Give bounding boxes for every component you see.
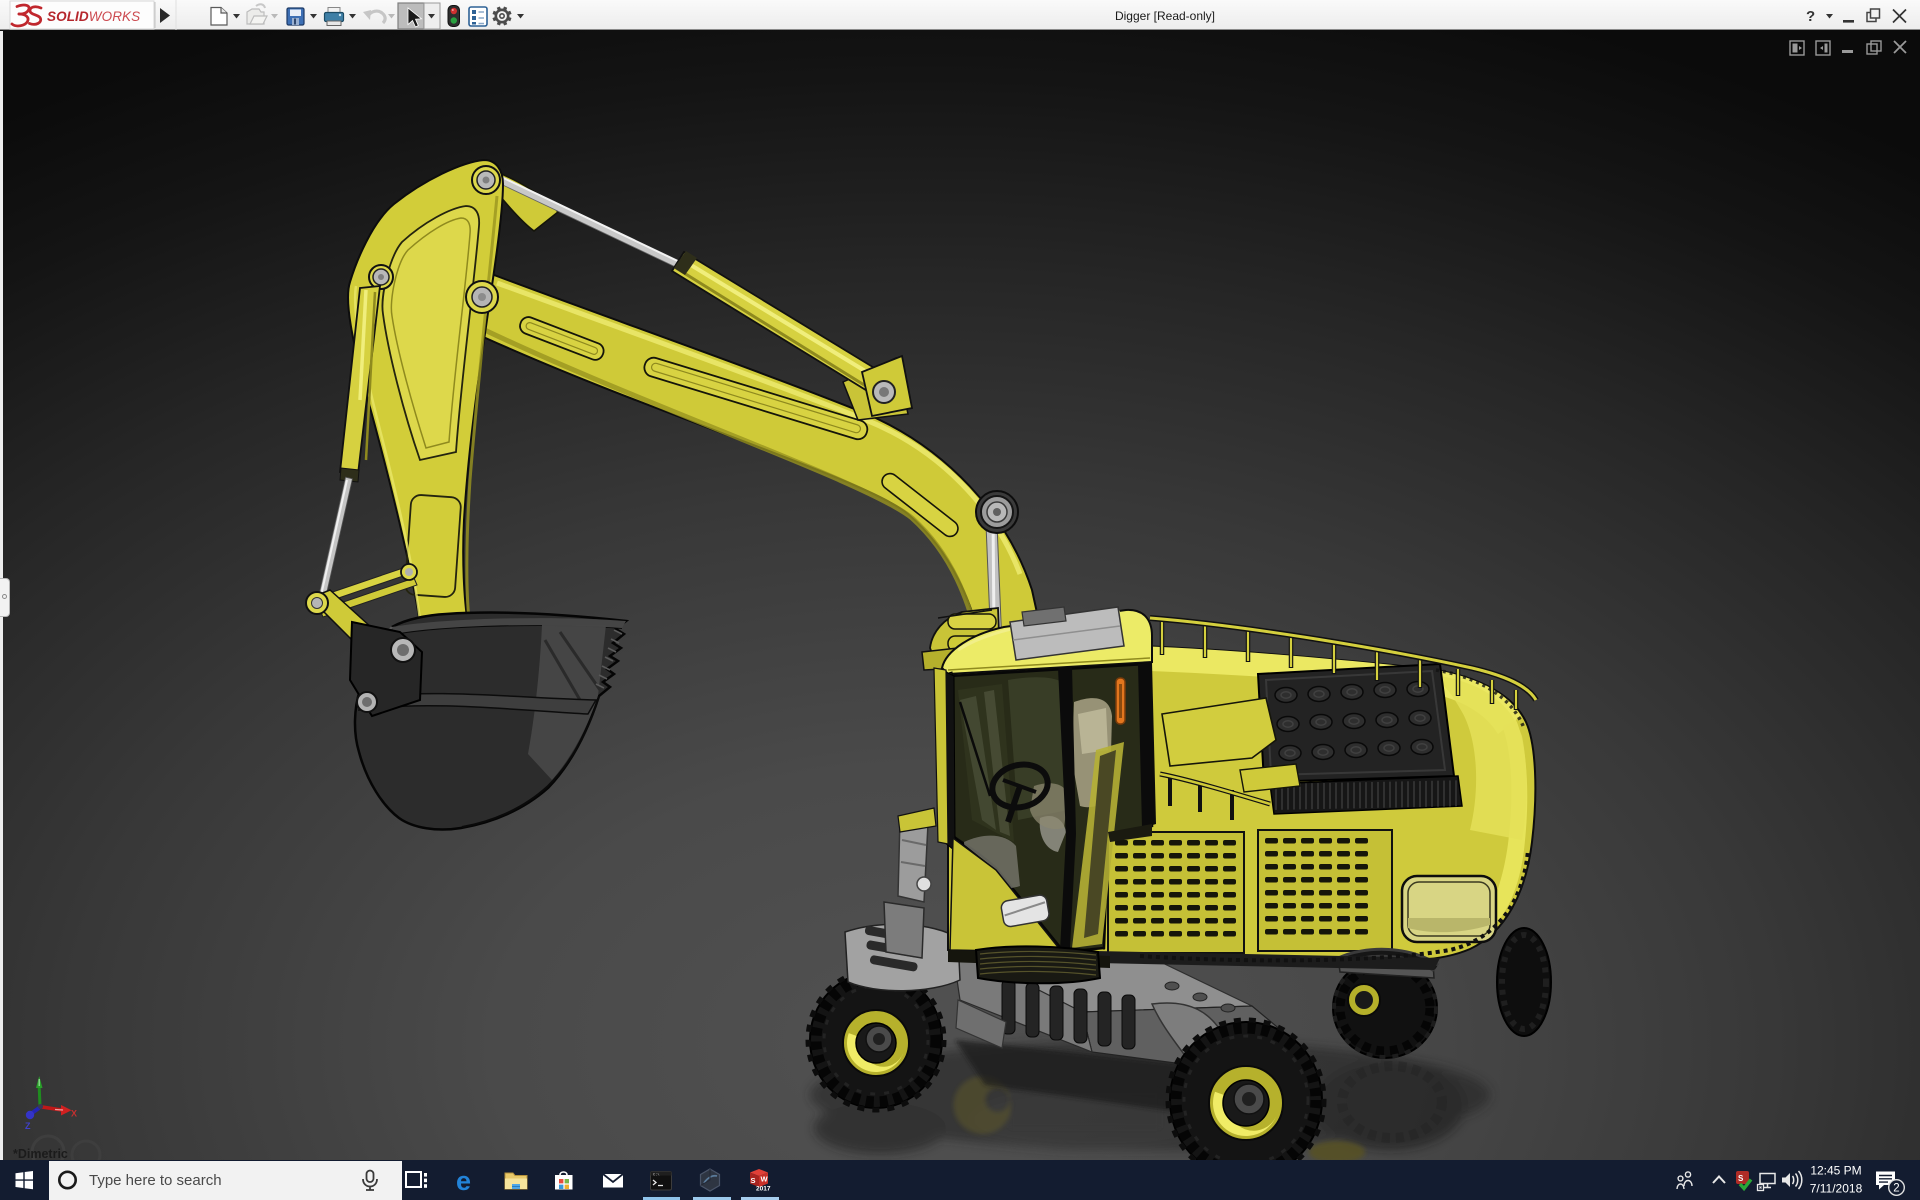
svg-text:W: W (761, 1175, 769, 1184)
svg-text:S: S (751, 1176, 756, 1185)
svg-text:SOLIDWORKS: SOLIDWORKS (47, 9, 140, 24)
svg-text:2017: 2017 (756, 1186, 771, 1193)
svg-text:X: X (71, 1109, 77, 1119)
svg-text:S: S (1738, 1174, 1744, 1183)
svg-text:2: 2 (1893, 1183, 1899, 1195)
svg-text:?: ? (1806, 8, 1815, 25)
svg-text:7/11/2018: 7/11/2018 (1810, 1182, 1863, 1196)
svg-text:C:\: C:\ (653, 1172, 659, 1177)
svg-text:e: e (456, 1166, 471, 1196)
svg-text:12:45 PM: 12:45 PM (1810, 1164, 1861, 1178)
svg-text:Z: Z (25, 1121, 31, 1131)
